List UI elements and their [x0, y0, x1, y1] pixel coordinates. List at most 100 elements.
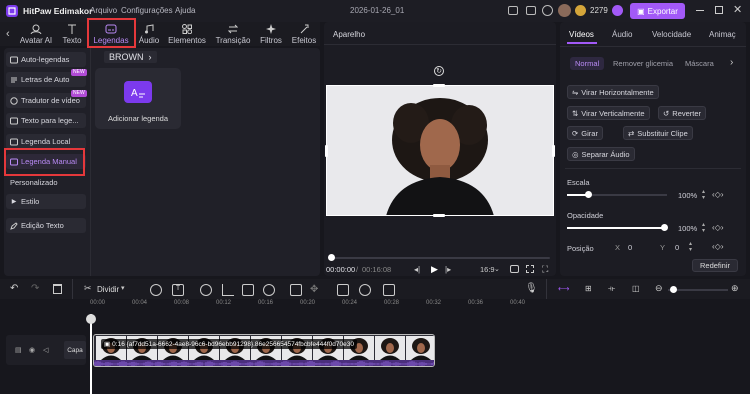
- replace-clip-button[interactable]: ⇄ Substituir Clipe: [623, 126, 693, 140]
- visibility-icon[interactable]: ◉: [29, 346, 35, 354]
- sidebar-item-auto-legendas[interactable]: Auto-legendas: [6, 52, 86, 67]
- undo-icon[interactable]: ↶: [10, 283, 18, 294]
- mask-icon[interactable]: [290, 284, 302, 296]
- replace-tool-icon[interactable]: [337, 284, 349, 296]
- sidebar-item-personalizado[interactable]: Personalizado: [6, 175, 86, 190]
- tab-velocidade[interactable]: Velocidade: [652, 30, 691, 39]
- tools-prev-icon[interactable]: ‹: [6, 28, 10, 40]
- opacity-value[interactable]: 100%: [678, 224, 697, 233]
- scrubber-handle[interactable]: [328, 254, 335, 261]
- tool-filtros[interactable]: Filtros: [257, 22, 285, 46]
- split-button[interactable]: Dividir: [97, 285, 119, 294]
- maximize-icon[interactable]: [715, 6, 723, 14]
- cover-button[interactable]: Capa: [64, 341, 86, 359]
- settings-icon[interactable]: [542, 5, 553, 16]
- sidebar-item-estilo[interactable]: ▶ Estilo: [6, 194, 86, 209]
- marker-icon[interactable]: [150, 284, 162, 296]
- stepper-icon[interactable]: ▴ ▾: [702, 222, 705, 234]
- crop-tool-icon[interactable]: [222, 284, 234, 296]
- link-icon[interactable]: ⟷: [558, 284, 569, 293]
- message-icon[interactable]: [508, 6, 518, 15]
- scissors-icon[interactable]: ✂: [84, 283, 92, 294]
- video-clip[interactable]: ▣ 0:16 {af7dd51a-6662-4ae8-96c6-bd96ebb91…: [93, 334, 435, 367]
- zoom-slider[interactable]: [668, 289, 728, 291]
- sidebar-item-legenda-local[interactable]: Legenda Local: [6, 134, 86, 149]
- playhead[interactable]: [90, 314, 92, 394]
- split-view-icon[interactable]: ⟛: [608, 284, 615, 294]
- minimize-icon[interactable]: [696, 10, 704, 11]
- tab-audio[interactable]: Áudio: [612, 30, 632, 39]
- tool-transicao[interactable]: Transição: [212, 22, 254, 46]
- keyframe-icon[interactable]: ‹◇›: [712, 242, 723, 251]
- screen-record-icon[interactable]: [526, 6, 536, 15]
- pos-y-input[interactable]: 0: [675, 243, 679, 252]
- close-icon[interactable]: ✕: [733, 3, 742, 16]
- subtab-normal[interactable]: Normal: [570, 57, 605, 70]
- scale-value[interactable]: 100%: [678, 191, 697, 200]
- menu-arquivo[interactable]: Arquivo: [90, 6, 117, 15]
- mute-icon[interactable]: ◁: [43, 346, 48, 354]
- opacity-slider[interactable]: [567, 227, 667, 229]
- chevron-down-icon[interactable]: ⌄: [494, 265, 500, 273]
- crop-handle-right[interactable]: [552, 145, 555, 157]
- transform-icon[interactable]: ✥: [310, 284, 322, 296]
- play-icon[interactable]: ▶: [431, 264, 438, 275]
- flip-vertical-button[interactable]: ⇅ Virar Verticalmente: [567, 106, 650, 120]
- tool-avatar-ai[interactable]: Avatar AI: [16, 22, 56, 46]
- crop-handle-bottom[interactable]: [433, 214, 445, 217]
- zoom-in-icon[interactable]: ⊕: [731, 283, 739, 294]
- fullscreen-icon[interactable]: ⛶: [542, 264, 548, 275]
- tool-texto[interactable]: Texto: [58, 22, 86, 46]
- pos-x-input[interactable]: 0: [628, 243, 632, 252]
- stepper-icon[interactable]: ▴ ▾: [689, 241, 692, 253]
- crop-icon[interactable]: [526, 265, 534, 273]
- add-caption-card[interactable]: A Adicionar legenda: [95, 68, 181, 129]
- keyframe-icon[interactable]: ‹◇›: [712, 223, 723, 232]
- tool-audio[interactable]: Áudio: [136, 22, 162, 46]
- aspect-ratio[interactable]: 16:9: [480, 265, 495, 274]
- subtab-mascara[interactable]: Máscara: [685, 59, 714, 68]
- tool-elementos[interactable]: Elementos: [166, 22, 208, 46]
- flip-horizontal-button[interactable]: ⇋ Virar Horizontalmente: [567, 85, 659, 99]
- subtab-remover-glicemia[interactable]: Remover glicemia: [613, 59, 673, 68]
- rotate-handle-icon[interactable]: ↻: [434, 66, 444, 76]
- snap-icon[interactable]: ⊞: [585, 284, 592, 293]
- sidebar-item-texto-para-legenda[interactable]: Texto para lege...: [6, 113, 86, 128]
- snapshot-icon[interactable]: [510, 265, 519, 273]
- tool-efeitos[interactable]: Efeitos: [290, 22, 318, 46]
- reverse-button[interactable]: ↺ Reverter: [658, 106, 707, 120]
- preview-icon[interactable]: ◫: [632, 284, 640, 293]
- separate-audio-button[interactable]: ◎ Separar Áudio: [567, 147, 635, 161]
- ai-tool-icon[interactable]: [359, 284, 371, 296]
- avatar[interactable]: [558, 4, 571, 17]
- tab-videos[interactable]: Vídeos: [569, 30, 594, 39]
- crop-frame[interactable]: [326, 85, 554, 216]
- previous-frame-icon[interactable]: ◂|: [414, 265, 420, 274]
- export-button[interactable]: ▣ Exportar: [630, 3, 685, 19]
- detect-icon[interactable]: [383, 284, 395, 296]
- timeline-ruler[interactable]: 00:00 00:04 00:08 00:12 00:16 00:20 00:24 00:28…: [90, 300, 750, 310]
- chevron-down-icon[interactable]: ▾: [121, 284, 125, 292]
- menu-configuracoes[interactable]: Configurações: [121, 6, 173, 15]
- subtabs-next-icon[interactable]: ›: [730, 57, 733, 68]
- reset-button[interactable]: Redefinir: [692, 259, 738, 272]
- add-credits-icon[interactable]: [612, 5, 623, 16]
- speed-icon[interactable]: [200, 284, 212, 296]
- opacity-slider-handle[interactable]: [661, 224, 668, 231]
- lock-icon[interactable]: ▤: [15, 346, 22, 354]
- keyframe-prev-icon[interactable]: ‹◇›: [712, 190, 723, 199]
- rotate-button[interactable]: ⟳ Girar: [567, 126, 603, 140]
- microphone-icon[interactable]: 🎙: [525, 283, 538, 294]
- playhead-handle[interactable]: [86, 314, 96, 324]
- reverse-tool-icon[interactable]: [263, 284, 275, 296]
- freeze-frame-icon[interactable]: [242, 284, 254, 296]
- category-chip[interactable]: BROWN ›: [104, 51, 157, 63]
- playback-scrubber[interactable]: [331, 257, 550, 259]
- stepper-icon[interactable]: ▴ ▾: [702, 189, 705, 201]
- scale-slider-handle[interactable]: [585, 191, 592, 198]
- sidebar-item-edicao-texto[interactable]: Edição Texto: [6, 218, 86, 233]
- menu-ajuda[interactable]: Ajuda: [175, 6, 195, 15]
- tab-animacao[interactable]: Animaç: [709, 30, 743, 39]
- redo-icon[interactable]: ↷: [31, 283, 39, 294]
- zoom-slider-handle[interactable]: [670, 286, 677, 293]
